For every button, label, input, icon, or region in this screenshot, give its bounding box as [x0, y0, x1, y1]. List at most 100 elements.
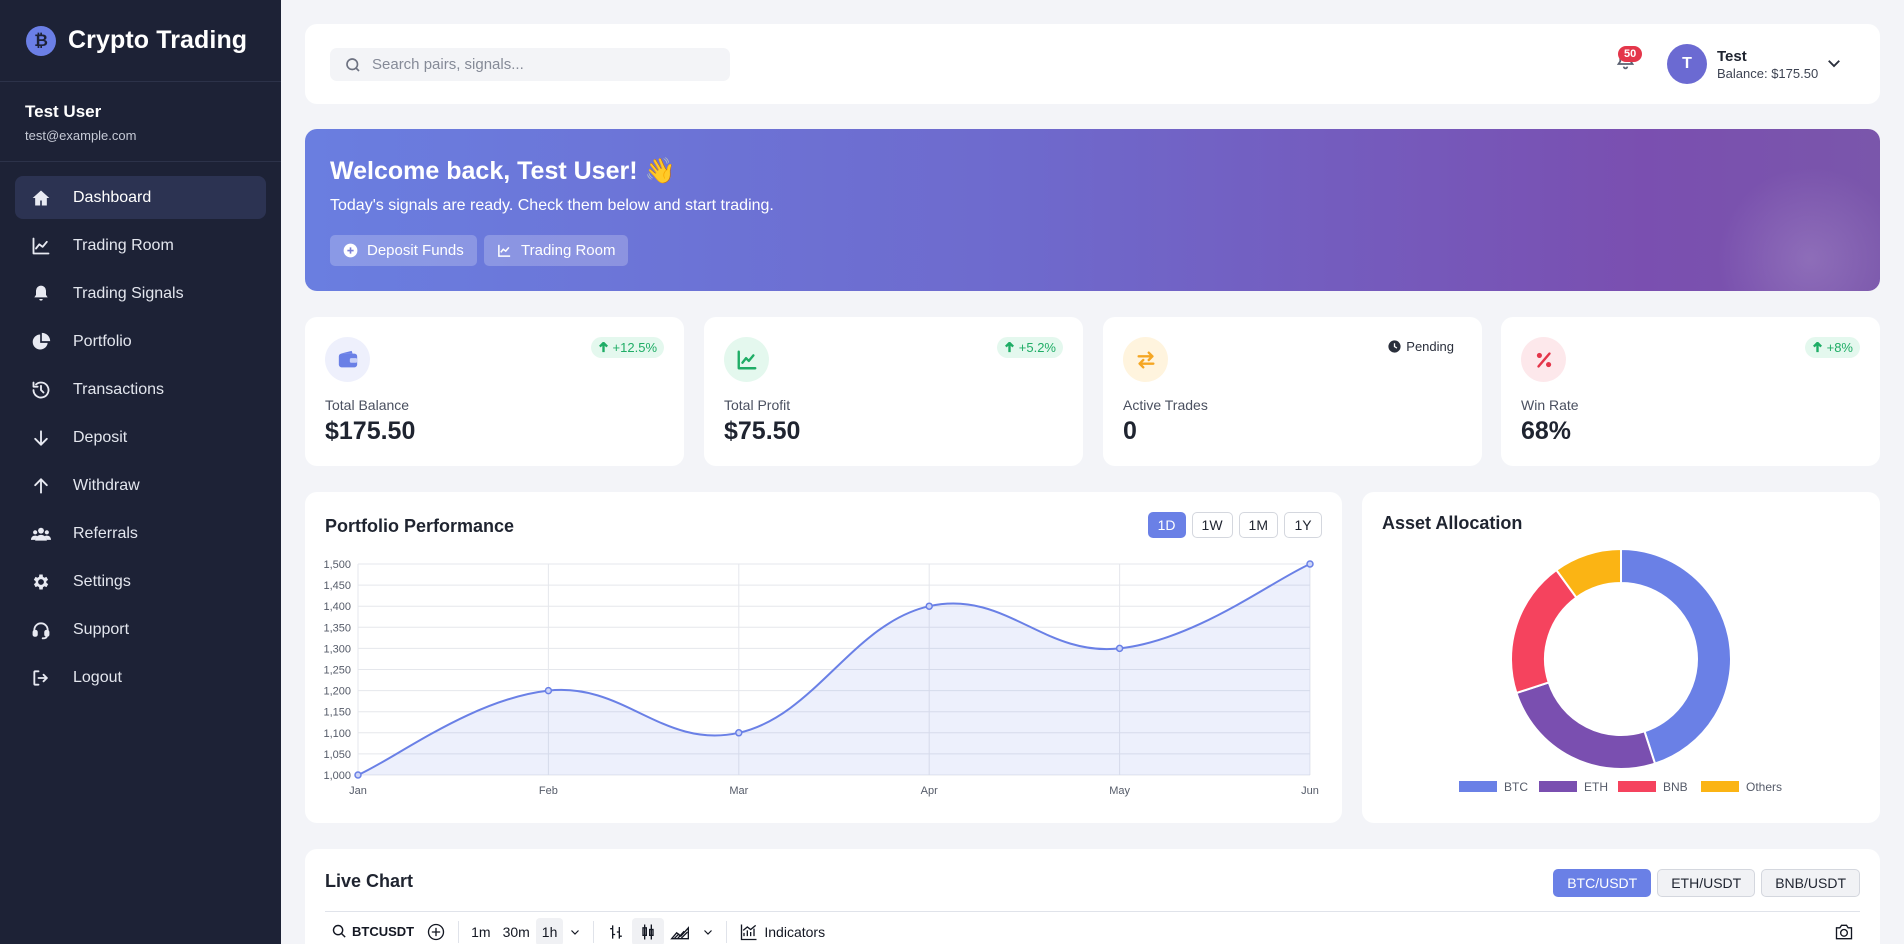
- donut-slice-btc: [1620, 547, 1732, 765]
- stat-label: Win Rate: [1521, 397, 1579, 413]
- snapshot-button[interactable]: [1828, 918, 1860, 944]
- brand: ₿ Crypto Trading: [0, 0, 281, 82]
- sidebar-item-withdraw[interactable]: Withdraw: [15, 464, 266, 507]
- sidebar-item-settings[interactable]: Settings: [15, 560, 266, 603]
- chevron-down-icon[interactable]: [1825, 54, 1843, 72]
- stat-label: Total Balance: [325, 397, 410, 413]
- legend-swatch: [1459, 781, 1497, 792]
- home-icon: [30, 187, 52, 209]
- sidebar-item-referrals[interactable]: Referrals: [15, 512, 266, 555]
- stat-change-badge: +8%: [1804, 337, 1860, 358]
- user-info: Test User test@example.com: [0, 82, 281, 162]
- trading-room-button[interactable]: Trading Room: [484, 235, 629, 266]
- legend-label: BNB: [1663, 780, 1688, 794]
- arrow-up-icon: [1812, 342, 1822, 353]
- asset-allocation-card: Asset Allocation BTC ETH BNB Others: [1362, 492, 1880, 823]
- stat-card-active-trades: Pending Active Trades 0: [1103, 317, 1482, 466]
- deposit-funds-label: Deposit Funds: [367, 242, 464, 259]
- stat-change-badge: +5.2%: [996, 337, 1063, 358]
- data-point: [1115, 644, 1124, 653]
- y-tick-label: 1,050: [323, 749, 351, 761]
- live-chart-card: Live Chart BTC/USDT ETH/USDT BNB/USDT BT…: [305, 849, 1880, 944]
- sidebar-item-label: Logout: [73, 668, 122, 686]
- sidebar-item-deposit[interactable]: Deposit: [15, 416, 266, 459]
- y-tick-label: 1,400: [323, 601, 351, 613]
- plus-circle-icon: [427, 923, 445, 940]
- legend-label: ETH: [1584, 780, 1608, 794]
- interval-button-1m[interactable]: 1m: [465, 918, 496, 944]
- profile-name[interactable]: Test: [1717, 48, 1747, 65]
- stat-card-win-rate: +8% Win Rate 68%: [1501, 317, 1880, 466]
- history-icon: [30, 379, 52, 401]
- sidebar-item-label: Withdraw: [73, 476, 140, 494]
- portfolio-line-chart: 1,000 1,050 1,100 1,150 1,200 1,250 1,300 1,350…: [323, 559, 1319, 797]
- interval-dropdown[interactable]: [563, 918, 587, 944]
- x-tick-label: Jan: [349, 785, 367, 797]
- indicators-label: Indicators: [764, 923, 826, 940]
- sidebar-item-label: Settings: [73, 572, 131, 590]
- sidebar-item-trading-room[interactable]: Trading Room: [15, 224, 266, 267]
- pair-button-btc-usdt[interactable]: BTC/USDT: [1553, 869, 1652, 897]
- compare-symbol-button[interactable]: [420, 918, 452, 944]
- y-tick-label: 1,100: [323, 728, 351, 740]
- data-point: [544, 686, 553, 695]
- pie-chart-icon: [30, 331, 52, 353]
- symbol-label: BTCUSDT: [352, 924, 415, 939]
- search-input[interactable]: [372, 56, 712, 73]
- top-header: 50 T Test Balance: $175.50: [305, 24, 1880, 104]
- sidebar-item-support[interactable]: Support: [15, 608, 266, 651]
- donut-slice-eth: [1515, 681, 1657, 770]
- deposit-funds-button[interactable]: Deposit Funds: [330, 235, 477, 266]
- clock-icon: [1388, 340, 1401, 353]
- legend-swatch: [1701, 781, 1739, 792]
- y-tick-label: 1,000: [323, 770, 351, 782]
- user-email: test@example.com: [25, 128, 137, 143]
- pair-button-bnb-usdt[interactable]: BNB/USDT: [1761, 869, 1860, 897]
- chevron-down-icon: [704, 929, 713, 935]
- sidebar: ₿ Crypto Trading Test User test@example.…: [0, 0, 281, 944]
- bars-icon: [610, 924, 623, 939]
- stat-status: Pending: [1388, 339, 1454, 354]
- x-tick-label: May: [1109, 785, 1130, 797]
- sidebar-item-transactions[interactable]: Transactions: [15, 368, 266, 411]
- indicators-button[interactable]: Indicators: [733, 918, 831, 944]
- stat-change-value: +5.2%: [1018, 340, 1056, 355]
- area-style-button[interactable]: [664, 918, 696, 944]
- sidebar-item-trading-signals[interactable]: Trading Signals: [15, 272, 266, 315]
- sidebar-item-label: Transactions: [73, 380, 164, 398]
- x-tick-label: Jun: [1301, 785, 1319, 797]
- users-icon: [30, 523, 52, 545]
- avatar[interactable]: T: [1667, 44, 1707, 84]
- headset-icon: [30, 619, 52, 641]
- sidebar-item-dashboard[interactable]: Dashboard: [15, 176, 266, 219]
- sidebar-item-portfolio[interactable]: Portfolio: [15, 320, 266, 363]
- y-tick-label: 1,150: [323, 707, 351, 719]
- symbol-search-button[interactable]: BTCUSDT: [325, 918, 420, 944]
- chart-style-dropdown[interactable]: [696, 918, 720, 944]
- y-tick-label: 1,500: [323, 559, 351, 571]
- search-box: [330, 48, 730, 81]
- stat-value: $75.50: [724, 417, 801, 445]
- gear-icon: [30, 571, 52, 593]
- logout-icon: [30, 667, 52, 689]
- legend-swatch: [1539, 781, 1577, 792]
- percent-icon: [1521, 337, 1566, 382]
- interval-button-1h[interactable]: 1h: [535, 917, 564, 944]
- stat-card-total-profit: +5.2% Total Profit $75.50: [704, 317, 1083, 466]
- candle-style-button[interactable]: [632, 917, 665, 944]
- arrow-down-icon: [30, 427, 52, 449]
- stat-label: Active Trades: [1123, 397, 1208, 413]
- pair-button-eth-usdt[interactable]: ETH/USDT: [1657, 869, 1756, 897]
- sidebar-item-label: Deposit: [73, 428, 128, 446]
- bar-style-button[interactable]: [600, 918, 632, 944]
- portfolio-performance-card: Portfolio Performance 1D 1W 1M 1Y 1,000 1…: [305, 492, 1342, 823]
- y-tick-label: 1,350: [323, 622, 351, 634]
- area-chart-icon: [670, 925, 690, 939]
- sidebar-item-label: Trading Room: [73, 236, 174, 254]
- x-tick-label: Feb: [539, 785, 558, 797]
- interval-button-30m[interactable]: 30m: [497, 918, 536, 944]
- sidebar-item-logout[interactable]: Logout: [15, 656, 266, 699]
- stat-value: 68%: [1521, 417, 1572, 445]
- camera-icon: [1835, 924, 1853, 939]
- y-tick-label: 1,250: [323, 665, 351, 677]
